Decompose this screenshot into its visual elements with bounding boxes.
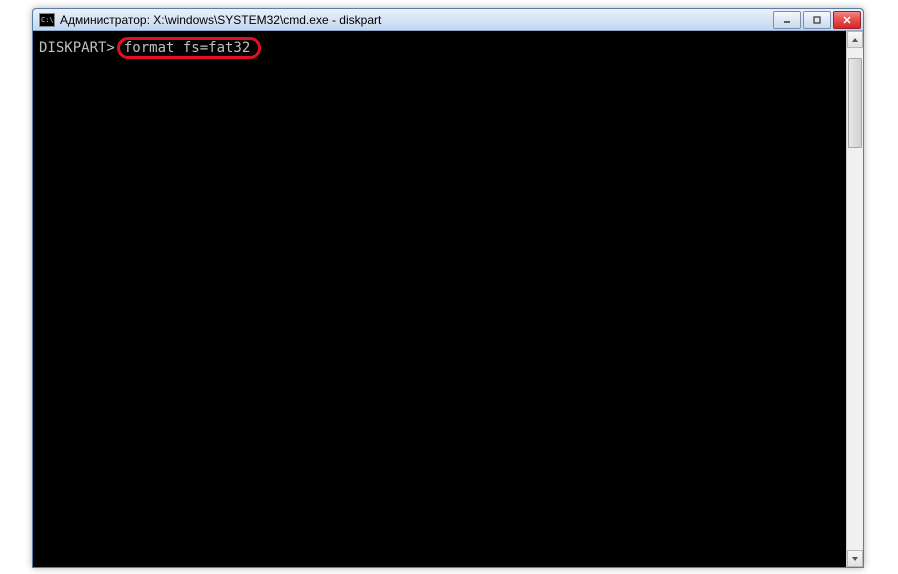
cmd-icon	[39, 13, 55, 27]
console-body: DISKPART> format fs=fat32	[33, 31, 863, 567]
prompt-line: DISKPART> format fs=fat32	[39, 37, 840, 59]
scroll-down-button[interactable]	[847, 550, 863, 567]
cmd-window: Администратор: X:\windows\SYSTEM32\cmd.e…	[32, 8, 864, 568]
command-text: format fs=fat32	[124, 39, 250, 57]
diskpart-prompt: DISKPART>	[39, 39, 115, 57]
scroll-up-button[interactable]	[847, 31, 863, 48]
scroll-track[interactable]	[847, 48, 863, 550]
vertical-scrollbar[interactable]	[846, 31, 863, 567]
command-highlight: format fs=fat32	[117, 37, 261, 59]
scroll-thumb[interactable]	[848, 58, 862, 148]
window-controls	[773, 11, 861, 29]
window-title: Администратор: X:\windows\SYSTEM32\cmd.e…	[60, 13, 773, 27]
minimize-button[interactable]	[773, 11, 801, 29]
close-button[interactable]	[833, 11, 861, 29]
console-content[interactable]: DISKPART> format fs=fat32	[33, 31, 846, 567]
titlebar[interactable]: Администратор: X:\windows\SYSTEM32\cmd.e…	[33, 9, 863, 31]
maximize-button[interactable]	[803, 11, 831, 29]
